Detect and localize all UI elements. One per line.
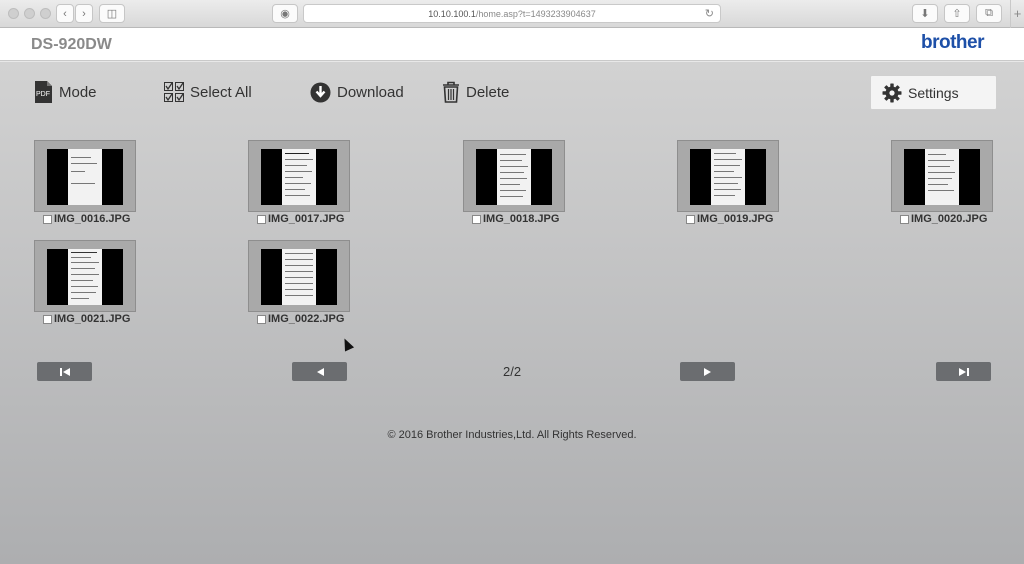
file-checkbox[interactable] (686, 214, 695, 224)
pdf-icon: PDF (35, 81, 52, 103)
browser-chrome: ‹ › ◫ ◉ 10.10.100.1/home.asp?t=149323390… (0, 0, 1024, 28)
first-page-button[interactable] (37, 362, 92, 381)
minimize-window-icon[interactable] (24, 8, 35, 19)
thumbnail[interactable] (677, 140, 779, 212)
file-name: IMG_0018.JPG (483, 213, 560, 225)
download-icon (310, 82, 331, 102)
file-name: IMG_0017.JPG (268, 213, 345, 225)
zoom-window-icon[interactable] (40, 8, 51, 19)
address-bar[interactable]: 10.10.100.1/home.asp?t=1493233904637 ↻ (303, 4, 721, 23)
close-window-icon[interactable] (8, 8, 19, 19)
new-tab-icon[interactable]: + (1010, 0, 1024, 28)
mode-button[interactable]: PDF Mode (34, 79, 97, 105)
svg-text:PDF: PDF (36, 91, 50, 98)
thumbnail[interactable] (34, 140, 136, 212)
scan-preview (261, 249, 337, 305)
thumbnail[interactable] (891, 140, 993, 212)
brand-logo: brother (921, 32, 985, 53)
download-label: Download (337, 83, 404, 101)
file-checkbox[interactable] (257, 314, 266, 324)
first-page-icon (59, 367, 70, 376)
select-all-label: Select All (190, 83, 252, 101)
file-item[interactable]: IMG_0018.JPG (472, 212, 559, 226)
file-checkbox[interactable] (900, 214, 909, 224)
scan-preview (690, 149, 766, 205)
select-all-icon (164, 82, 184, 102)
prev-page-icon (316, 367, 324, 376)
file-item[interactable]: IMG_0021.JPG (43, 312, 130, 326)
delete-button[interactable]: Delete (442, 79, 509, 105)
page-indicator: 2/2 (503, 364, 522, 379)
model-name: DS-920DW (31, 36, 112, 53)
select-all-button[interactable]: Select All (164, 79, 252, 105)
reload-icon[interactable]: ↻ (705, 7, 714, 20)
downloads-icon[interactable]: ⬇ (912, 4, 938, 23)
settings-label: Settings (908, 84, 959, 101)
thumbnail[interactable] (248, 140, 350, 212)
forward-icon[interactable]: › (75, 4, 93, 23)
file-name: IMG_0020.JPG (911, 213, 988, 225)
file-checkbox[interactable] (257, 214, 266, 224)
main-content: PDF Mode Select All Download Delete Sett… (0, 62, 1024, 564)
sidebar-icon[interactable]: ◫ (99, 4, 125, 23)
back-icon[interactable]: ‹ (56, 4, 74, 23)
thumbnail[interactable] (34, 240, 136, 312)
gear-icon (882, 83, 902, 102)
file-item[interactable]: IMG_0019.JPG (686, 212, 773, 226)
file-item[interactable]: IMG_0020.JPG (900, 212, 987, 226)
file-checkbox[interactable] (43, 214, 52, 224)
scan-preview (476, 149, 552, 205)
last-page-button[interactable] (936, 362, 991, 381)
prev-page-button[interactable] (292, 362, 347, 381)
next-page-icon (703, 367, 711, 376)
trash-icon (443, 81, 459, 103)
file-name: IMG_0021.JPG (54, 313, 131, 325)
tabs-icon[interactable]: ⧉ (976, 4, 1002, 23)
thumbnail[interactable] (463, 140, 565, 212)
app-header: DS-920DW brother (0, 28, 1024, 61)
settings-button[interactable]: Settings (870, 75, 997, 110)
delete-label: Delete (466, 83, 510, 101)
scan-preview (47, 149, 123, 205)
url-host: 10.10.100.1 (428, 8, 476, 19)
url-path: /home.asp?t=1493233904637 (475, 8, 596, 19)
download-button[interactable]: Download (310, 79, 404, 105)
file-item[interactable]: IMG_0017.JPG (257, 212, 344, 226)
file-name: IMG_0016.JPG (54, 213, 131, 225)
scan-preview (261, 149, 337, 205)
mouse-cursor-icon (339, 336, 355, 352)
next-page-button[interactable] (680, 362, 735, 381)
site-icon[interactable]: ◉ (272, 4, 298, 23)
file-name: IMG_0019.JPG (697, 213, 774, 225)
file-item[interactable]: IMG_0016.JPG (43, 212, 130, 226)
scan-preview (904, 149, 980, 205)
scan-preview (47, 249, 123, 305)
file-checkbox[interactable] (43, 314, 52, 324)
file-item[interactable]: IMG_0022.JPG (257, 312, 344, 326)
file-checkbox[interactable] (472, 214, 481, 224)
mode-label: Mode (59, 83, 97, 101)
file-name: IMG_0022.JPG (268, 313, 345, 325)
share-icon[interactable]: ⇧ (944, 4, 970, 23)
thumbnail[interactable] (248, 240, 350, 312)
last-page-icon (958, 367, 969, 376)
copyright-text: © 2016 Brother Industries,Ltd. All Right… (387, 429, 637, 441)
